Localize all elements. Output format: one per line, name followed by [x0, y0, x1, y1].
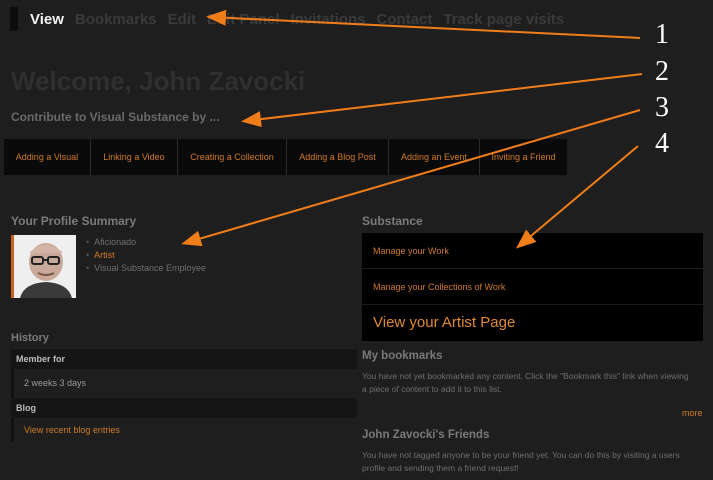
- annotation-number-4: 4: [655, 128, 669, 159]
- member-for-label: Member for: [11, 349, 357, 369]
- role-aficionado: Aficionado: [86, 237, 206, 250]
- annotation-number-2: 2: [655, 56, 669, 87]
- manage-collections-link[interactable]: Manage your Collections of Work: [362, 269, 703, 305]
- role-artist-link[interactable]: Artist: [86, 250, 206, 263]
- tab-edit[interactable]: Edit: [168, 11, 196, 28]
- tab-view[interactable]: View: [30, 11, 64, 28]
- more-link[interactable]: more: [682, 408, 703, 418]
- view-artist-page-link[interactable]: View your Artist Page: [362, 305, 703, 341]
- history-heading: History: [11, 332, 49, 344]
- contribute-action-bar: Adding a Visual Linking a Video Creating…: [4, 139, 567, 175]
- friends-heading: John Zavocki's Friends: [362, 429, 490, 441]
- tab-edit-panel[interactable]: Edit Panel: [207, 11, 280, 28]
- history-box: Member for 2 weeks 3 days Blog View rece…: [11, 349, 357, 442]
- member-for-value: 2 weeks 3 days: [11, 369, 357, 398]
- blog-label: Blog: [11, 398, 357, 418]
- bookmarks-text: You have not yet bookmarked any content.…: [362, 371, 689, 394]
- tab-bar-marker: [10, 7, 18, 31]
- tab-track-page-visits[interactable]: Track page visits: [443, 11, 564, 28]
- tab-contact[interactable]: Contact: [377, 11, 433, 28]
- tab-invitations[interactable]: Invitations: [291, 11, 366, 28]
- avatar-portrait-icon: [14, 235, 76, 298]
- linking-video-link[interactable]: Linking a Video: [91, 139, 178, 175]
- bookmarks-heading: My bookmarks: [362, 350, 443, 362]
- adding-visual-link[interactable]: Adding a Visual: [4, 139, 91, 175]
- adding-blog-post-link[interactable]: Adding a Blog Post: [287, 139, 389, 175]
- tab-bar: View Bookmarks Edit Edit Panel Invitatio…: [10, 7, 575, 31]
- profile-summary-heading: Your Profile Summary: [11, 214, 137, 228]
- substance-heading: Substance: [362, 214, 423, 228]
- friends-text: You have not tagged anyone to be your fr…: [362, 450, 680, 473]
- tab-bookmarks[interactable]: Bookmarks: [75, 11, 157, 28]
- avatar: [11, 235, 76, 298]
- inviting-friend-link[interactable]: Inviting a Friend: [480, 139, 567, 175]
- annotation-number-1: 1: [655, 19, 669, 50]
- creating-collection-link[interactable]: Creating a Collection: [178, 139, 287, 175]
- contribute-label: Contribute to Visual Substance by ...: [11, 110, 220, 124]
- adding-event-link[interactable]: Adding an Event: [389, 139, 480, 175]
- manage-work-link[interactable]: Manage your Work: [362, 233, 703, 269]
- role-employee: Visual Substance Employee: [86, 263, 206, 276]
- substance-panel: Manage your Work Manage your Collections…: [362, 233, 703, 341]
- annotation-number-3: 3: [655, 92, 669, 123]
- page-title: Welcome, John Zavocki: [11, 66, 306, 96]
- profile-role-list: Aficionado Artist Visual Substance Emplo…: [86, 237, 206, 276]
- view-blog-entries-link[interactable]: View recent blog entries: [11, 418, 357, 442]
